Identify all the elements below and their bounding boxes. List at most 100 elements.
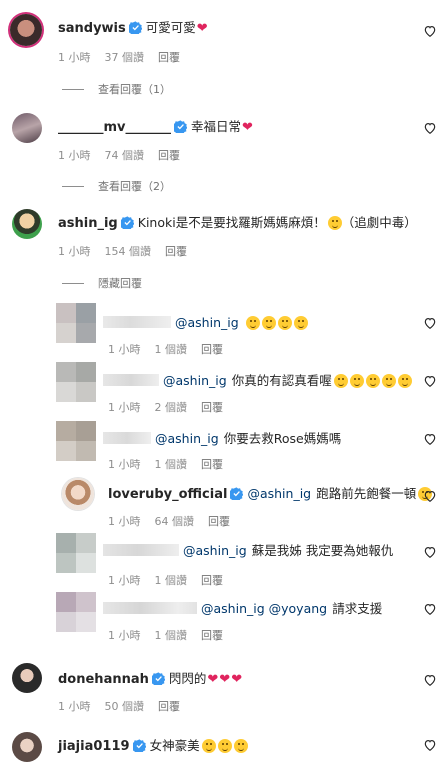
reply-button[interactable]: 回覆 [201,458,223,471]
laugh-emoji [261,316,276,330]
comment-text: Kinoki是不是要找羅斯媽媽麻煩！ [137,215,326,230]
reply-meta: 1 小時 1 個讚 回覆 [108,456,237,472]
comment-meta: 1 小時 37 個讚 回覆 [58,49,194,65]
comment-username[interactable]: sandywis [58,21,126,36]
like-heart-icon[interactable] [423,374,437,388]
comment-time: 1 小時 [58,51,91,64]
reply-button[interactable]: 回覆 [201,574,223,587]
reply-button[interactable]: 回覆 [158,700,180,713]
avatar-pixelated[interactable] [56,362,96,402]
username-pixelated[interactable] [103,316,171,328]
comment-body: ashin_ig Kinoki是不是要找羅斯媽媽麻煩！ （追劇中毒） [58,212,417,231]
verified-badge-icon [129,21,142,34]
reply-likes[interactable]: 1 個讚 [155,574,188,587]
comment-username[interactable]: _______mv_______ [58,120,171,135]
mention-link[interactable]: @ashin_ig [247,486,311,501]
mention-link[interactable]: @ashin_ig @yoyang [201,601,327,616]
comment-text: 可愛可愛 [145,20,196,35]
comment-username[interactable]: donehannah [58,672,149,687]
avatar-pixelated[interactable] [56,303,96,343]
like-heart-icon[interactable] [423,24,437,38]
divider-line [62,88,84,90]
view-replies-label: 查看回覆（2） [98,180,171,193]
comment-body: _______mv_______ 幸福日常❤ [58,116,253,135]
comment-username[interactable]: jiajia0119 [58,739,130,754]
username-pixelated[interactable] [103,432,151,444]
reply-body: loveruby_official @ashin_ig 跑路前先飽餐一頓 [108,483,433,502]
comment-likes[interactable]: 74 個讚 [105,149,145,162]
reply-meta: 1 小時 2 個讚 回覆 [108,399,237,415]
view-replies-button[interactable]: 查看回覆（2） [62,178,171,194]
reply-text: 跑路前先飽餐一頓 [316,486,417,501]
like-heart-icon[interactable] [423,602,437,616]
view-replies-label: 查看回覆（1） [98,83,171,96]
like-heart-icon[interactable] [423,489,437,503]
comment-username[interactable]: ashin_ig [58,216,118,231]
hide-replies-button[interactable]: 隱藏回覆 [62,275,142,291]
red-heart-emoji: ❤ [231,672,243,687]
reply-likes[interactable]: 2 個讚 [155,401,188,414]
mention-link[interactable]: @ashin_ig [163,373,227,388]
comment-likes[interactable]: 154 個讚 [105,245,152,258]
view-replies-button[interactable]: 查看回覆（1） [62,81,171,97]
reply-button[interactable]: 回覆 [201,343,223,356]
reply-button[interactable]: 回覆 [201,401,223,414]
reply-likes[interactable]: 1 個讚 [155,343,188,356]
reply-text: 蘇是我姊 我定要為她報仇 [251,543,394,558]
avatar[interactable] [12,209,42,239]
reply-meta: 1 小時 1 個讚 回覆 [108,572,237,588]
mention-link[interactable]: @ashin_ig [155,431,219,446]
reply-meta: 1 小時 64 個讚 回覆 [108,513,244,529]
verified-badge-icon [133,739,146,752]
reply-body: @ashin_ig [103,312,308,331]
comment-likes[interactable]: 50 個讚 [105,700,145,713]
mention-link[interactable]: @ashin_ig [183,543,247,558]
avatar-pixelated[interactable] [56,592,96,632]
username-pixelated[interactable] [103,602,197,614]
hide-replies-label: 隱藏回覆 [98,277,142,290]
avatar[interactable] [62,478,94,510]
comment-likes[interactable]: 37 個讚 [105,51,145,64]
username-pixelated[interactable] [103,544,179,556]
smile-emoji [397,374,412,388]
avatar-pixelated[interactable] [56,421,96,461]
reply-button[interactable]: 回覆 [208,515,230,528]
avatar-pixelated[interactable] [56,533,96,573]
comment-body: jiajia0119 女神豪美 [58,735,248,754]
laugh-emoji [293,316,308,330]
verified-badge-icon [230,487,243,500]
reply-time: 1 小時 [108,515,141,528]
clap-emoji [333,374,348,388]
reply-text: 請求支援 [332,601,383,616]
sunglasses-emoji [381,374,396,388]
reply-button[interactable]: 回覆 [201,629,223,642]
like-heart-icon[interactable] [423,738,437,752]
reply-likes[interactable]: 64 個讚 [155,515,195,528]
comment-meta: 1 小時 154 個讚 回覆 [58,243,201,259]
reply-likes[interactable]: 1 個讚 [155,629,188,642]
mention-link[interactable]: @ashin_ig [175,315,239,330]
like-heart-icon[interactable] [423,316,437,330]
reply-username[interactable]: loveruby_official [108,487,227,502]
comment-meta: 1 小時 74 個讚 回覆 [58,147,194,163]
reply-likes[interactable]: 1 個讚 [155,458,188,471]
like-heart-icon[interactable] [423,673,437,687]
reply-body: @ashin_ig @yoyang 請求支援 [103,598,382,617]
like-heart-icon[interactable] [423,432,437,446]
reply-button[interactable]: 回覆 [158,149,180,162]
username-pixelated[interactable] [103,374,159,386]
like-heart-icon[interactable] [423,121,437,135]
like-heart-icon[interactable] [423,545,437,559]
reply-meta: 1 小時 1 個讚 回覆 [108,341,237,357]
avatar[interactable] [12,732,42,762]
reply-button[interactable]: 回覆 [158,51,180,64]
avatar[interactable] [12,113,42,143]
reply-body: @ashin_ig 蘇是我姊 我定要為她報仇 [103,540,393,559]
laugh-emoji [277,316,292,330]
divider-line [62,282,84,284]
comment-text: 閃閃的 [168,671,207,686]
avatar[interactable] [10,14,42,46]
verified-badge-icon [121,216,134,229]
reply-button[interactable]: 回覆 [165,245,187,258]
avatar[interactable] [12,663,42,693]
